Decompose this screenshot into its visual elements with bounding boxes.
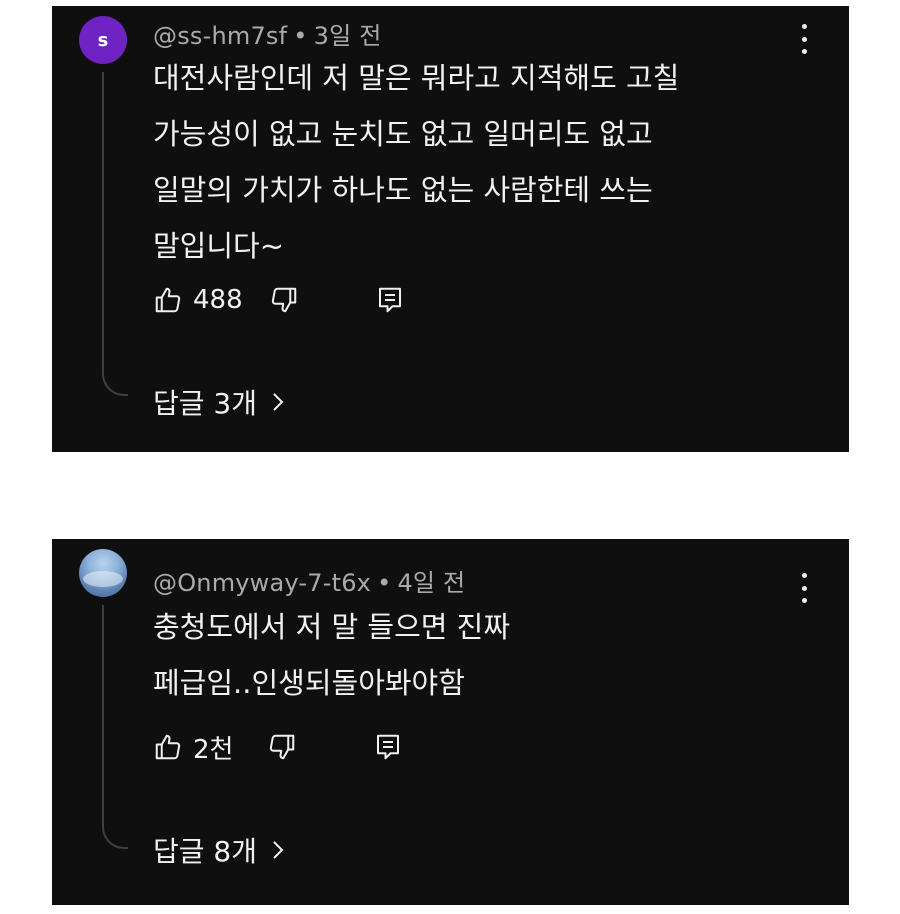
replies-label: 답글 3개 bbox=[153, 387, 257, 420]
more-vert-icon[interactable] bbox=[799, 573, 809, 603]
timestamp[interactable]: 3일 전 bbox=[314, 22, 382, 50]
like-count: 488 bbox=[193, 285, 243, 315]
comment-card: @Onmyway-7-t6x • 4일 전 충청도에서 저 말 들으면 진짜 페급임… bbox=[52, 539, 849, 905]
like-icon bbox=[155, 734, 181, 760]
comment-header: @Onmyway-7-t6x • 4일 전 bbox=[153, 563, 465, 598]
comment-card: s @ss-hm7sf • 3일 전 대전사람인데 저 말은 뭐라고 지적해도 고칠… bbox=[52, 6, 849, 452]
username[interactable]: @Onmyway-7-t6x bbox=[153, 569, 371, 597]
more-vert-icon[interactable] bbox=[799, 24, 809, 54]
separator-dot: • bbox=[293, 22, 308, 50]
dislike-button[interactable] bbox=[269, 285, 299, 315]
dislike-button[interactable] bbox=[267, 732, 297, 762]
reply-button[interactable] bbox=[375, 285, 405, 315]
thread-curve bbox=[102, 823, 128, 849]
reply-button[interactable] bbox=[373, 732, 403, 762]
avatar-letter: s bbox=[97, 29, 109, 51]
like-icon bbox=[155, 287, 181, 313]
username[interactable]: @ss-hm7sf bbox=[153, 22, 287, 50]
chevron-right-icon bbox=[271, 391, 285, 413]
dislike-icon bbox=[270, 734, 295, 760]
avatar[interactable] bbox=[79, 549, 127, 597]
comment-text: 충청도에서 저 말 들으면 진짜 페급임..인생되돌아봐야함 bbox=[153, 599, 793, 711]
comment-text: 대전사람인데 저 말은 뭐라고 지적해도 고칠 가능성이 없고 눈치도 없고 일… bbox=[153, 50, 793, 274]
comment-text-line: 페급임..인생되돌아봐야함 bbox=[153, 666, 465, 700]
replies-link[interactable]: 답글 3개 bbox=[153, 382, 285, 422]
comment-text-line: 일말의 가치가 하나도 없는 사람한테 쓰는 bbox=[153, 173, 653, 207]
thread-line bbox=[102, 605, 104, 825]
separator-dot: • bbox=[377, 569, 392, 597]
dislike-icon bbox=[271, 287, 296, 313]
like-button[interactable]: 488 bbox=[153, 285, 243, 315]
thread-line bbox=[102, 72, 104, 372]
replies-label: 답글 8개 bbox=[153, 835, 257, 868]
reply-icon bbox=[377, 734, 400, 760]
avatar-photo-cloud bbox=[83, 571, 123, 587]
replies-link[interactable]: 답글 8개 bbox=[153, 830, 285, 870]
avatar[interactable]: s bbox=[79, 16, 127, 64]
chevron-right-icon bbox=[271, 839, 285, 861]
thread-curve bbox=[102, 370, 128, 396]
comment-text-line: 충청도에서 저 말 들으면 진짜 bbox=[153, 610, 511, 644]
reply-icon bbox=[378, 287, 401, 313]
action-row: 2천 bbox=[153, 729, 403, 766]
action-row: 488 bbox=[153, 283, 405, 317]
comment-header: @ss-hm7sf • 3일 전 bbox=[153, 16, 382, 51]
comment-text-line: 말입니다~ bbox=[153, 229, 285, 263]
comment-text-line: 가능성이 없고 눈치도 없고 일머리도 없고 bbox=[153, 117, 653, 151]
like-count: 2천 bbox=[193, 734, 234, 765]
comment-text-line: 대전사람인데 저 말은 뭐라고 지적해도 고칠 bbox=[153, 61, 680, 95]
timestamp[interactable]: 4일 전 bbox=[397, 569, 465, 597]
like-button[interactable]: 2천 bbox=[153, 729, 233, 766]
